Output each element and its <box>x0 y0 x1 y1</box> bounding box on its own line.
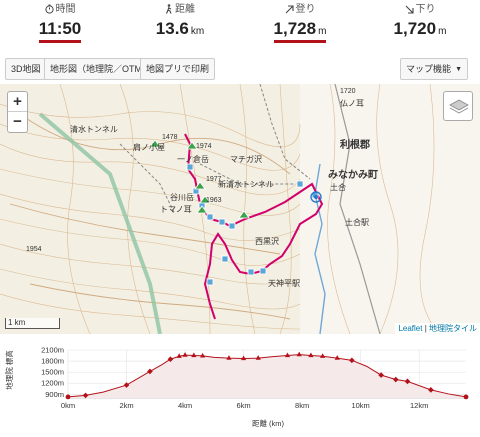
map-label-tsuchiai-station: 土合駅 <box>345 218 369 227</box>
leaflet-link[interactable]: Leaflet <box>398 324 422 333</box>
y-tick-label: 2100m <box>41 346 64 355</box>
topographic-map <box>0 84 480 334</box>
zoom-in-button[interactable]: + <box>8 92 27 112</box>
map-label-tsuchiai: 土合 <box>330 183 346 192</box>
x-tick-label: 2km <box>119 401 133 410</box>
x-tick-label: 0km <box>61 401 75 410</box>
stat-descent: 下り 1,720 m <box>360 0 480 52</box>
x-tick-label: 8km <box>295 401 309 410</box>
y-tick-label: 1200m <box>41 379 64 388</box>
x-tick-label: 6km <box>237 401 251 410</box>
map-label-tenjindaira: 天神平駅 <box>268 279 300 288</box>
y-tick-label: 1500m <box>41 368 64 377</box>
stat-ascent-value: 1,728 m <box>273 19 327 43</box>
summit-marker <box>200 352 206 358</box>
map-label-machigasawa: マチガ沢 <box>230 155 262 164</box>
map-label-elev-1974: 1974 <box>196 143 212 150</box>
map-label-nishikurosawa: 西黒沢 <box>255 237 279 246</box>
map-scale: 1 km <box>5 318 60 329</box>
stat-distance: 距離 13.6 km <box>120 0 240 52</box>
summit-marker <box>284 352 291 358</box>
summit-marker <box>191 352 197 358</box>
map-label-minakami: みなかみ町 <box>328 170 378 181</box>
arrow-up-right-icon <box>285 5 294 14</box>
map-label-shimizu-tunnel: 清水トンネル <box>70 125 118 134</box>
stat-time-label: 時間 <box>55 4 76 15</box>
endpoint-marker <box>463 394 469 400</box>
x-tick-label: 12km <box>410 401 428 410</box>
map-view[interactable]: 利根郡 みなかみ町 土合駅 土合 肩ノ小屋 谷川岳 トマノ耳 一ノ倉岳 西黒沢 … <box>0 84 480 334</box>
layers-button[interactable] <box>443 91 473 121</box>
summit-marker <box>255 355 261 360</box>
endpoint-marker <box>65 394 71 400</box>
print-map-button[interactable]: 地図プリで印刷 <box>140 58 216 80</box>
map-label-shin-shimizu-tunnel: 新清水トンネル <box>218 180 274 189</box>
map-label-elev-1478: 1478 <box>162 134 178 141</box>
map-label-tomanomimi: トマノ耳 <box>160 205 192 214</box>
elevation-profile: 地理院 標高 距離 (km) 900m 1200m 1500m 1800m 2100m 0… <box>0 342 480 432</box>
caret-down-icon: ▼ <box>455 66 462 73</box>
map-attribution: Leaflet | 地理院タイル <box>395 323 480 334</box>
map-label-elev-1977: 1977 <box>206 176 222 183</box>
elevation-chart: 地理院 標高 距離 (km) 900m 1200m 1500m 1800m 2100m 0… <box>4 346 469 428</box>
stat-time-value: 11:50 <box>38 19 82 43</box>
y-tick-label: 900m <box>45 390 64 399</box>
map-label-elev-1963: 1963 <box>206 197 222 204</box>
summit-marker <box>182 352 188 357</box>
stat-distance-label: 距離 <box>175 4 195 15</box>
map-label-hut: 肩ノ小屋 <box>133 143 165 152</box>
stat-descent-value: 1,720 m <box>393 19 447 38</box>
zoom-out-button[interactable]: − <box>8 112 27 132</box>
map-label-hotoke: 仏ノ耳 <box>340 99 364 108</box>
stat-distance-value: 13.6 km <box>155 19 205 38</box>
map-label-tone-gun: 利根郡 <box>340 140 370 151</box>
map-features-label: マップ機能 <box>406 64 452 74</box>
summit-marker <box>308 352 314 358</box>
layers-icon <box>449 99 469 114</box>
map-features-dropdown[interactable]: マップ機能 ▼ <box>400 58 468 80</box>
summit-marker <box>320 353 326 358</box>
arrow-down-right-icon <box>405 5 414 14</box>
map-label-elev-1954: 1954 <box>26 246 42 253</box>
y-tick-label: 1800m <box>41 357 64 366</box>
x-tick-label: 10km <box>351 401 369 410</box>
stat-ascent-label: 登り <box>295 4 316 15</box>
stats-bar: 時間 11:50 距離 13.6 km 登り 1,728 m 下り 1,720 m <box>0 0 480 52</box>
hiker-icon <box>165 4 172 14</box>
x-axis-label: 距離 (km) <box>252 418 285 428</box>
map-label-ichinokura: 一ノ倉岳 <box>177 155 209 164</box>
map-toolbar: 3D地図 地形図（地理院／OTM） 地図プリで印刷 マップ機能 ▼ <box>0 58 480 82</box>
stopwatch-icon <box>44 4 54 14</box>
map-label-tanigawa: 谷川岳 <box>170 193 194 202</box>
stat-descent-label: 下り <box>415 4 436 15</box>
gsi-tiles-link[interactable]: 地理院タイル <box>429 324 477 333</box>
y-axis-label: 地理院 標高 <box>4 350 14 390</box>
map-label-elev-1720: 1720 <box>340 88 356 95</box>
zoom-control: + − <box>7 91 28 133</box>
stat-ascent: 登り 1,728 m <box>240 0 360 52</box>
summit-marker <box>226 355 232 360</box>
summit-marker <box>296 351 302 357</box>
stat-time: 時間 11:50 <box>0 0 120 52</box>
x-tick-label: 4km <box>178 401 192 410</box>
3d-map-button[interactable]: 3D地図 <box>5 58 47 80</box>
summit-marker <box>240 355 247 361</box>
